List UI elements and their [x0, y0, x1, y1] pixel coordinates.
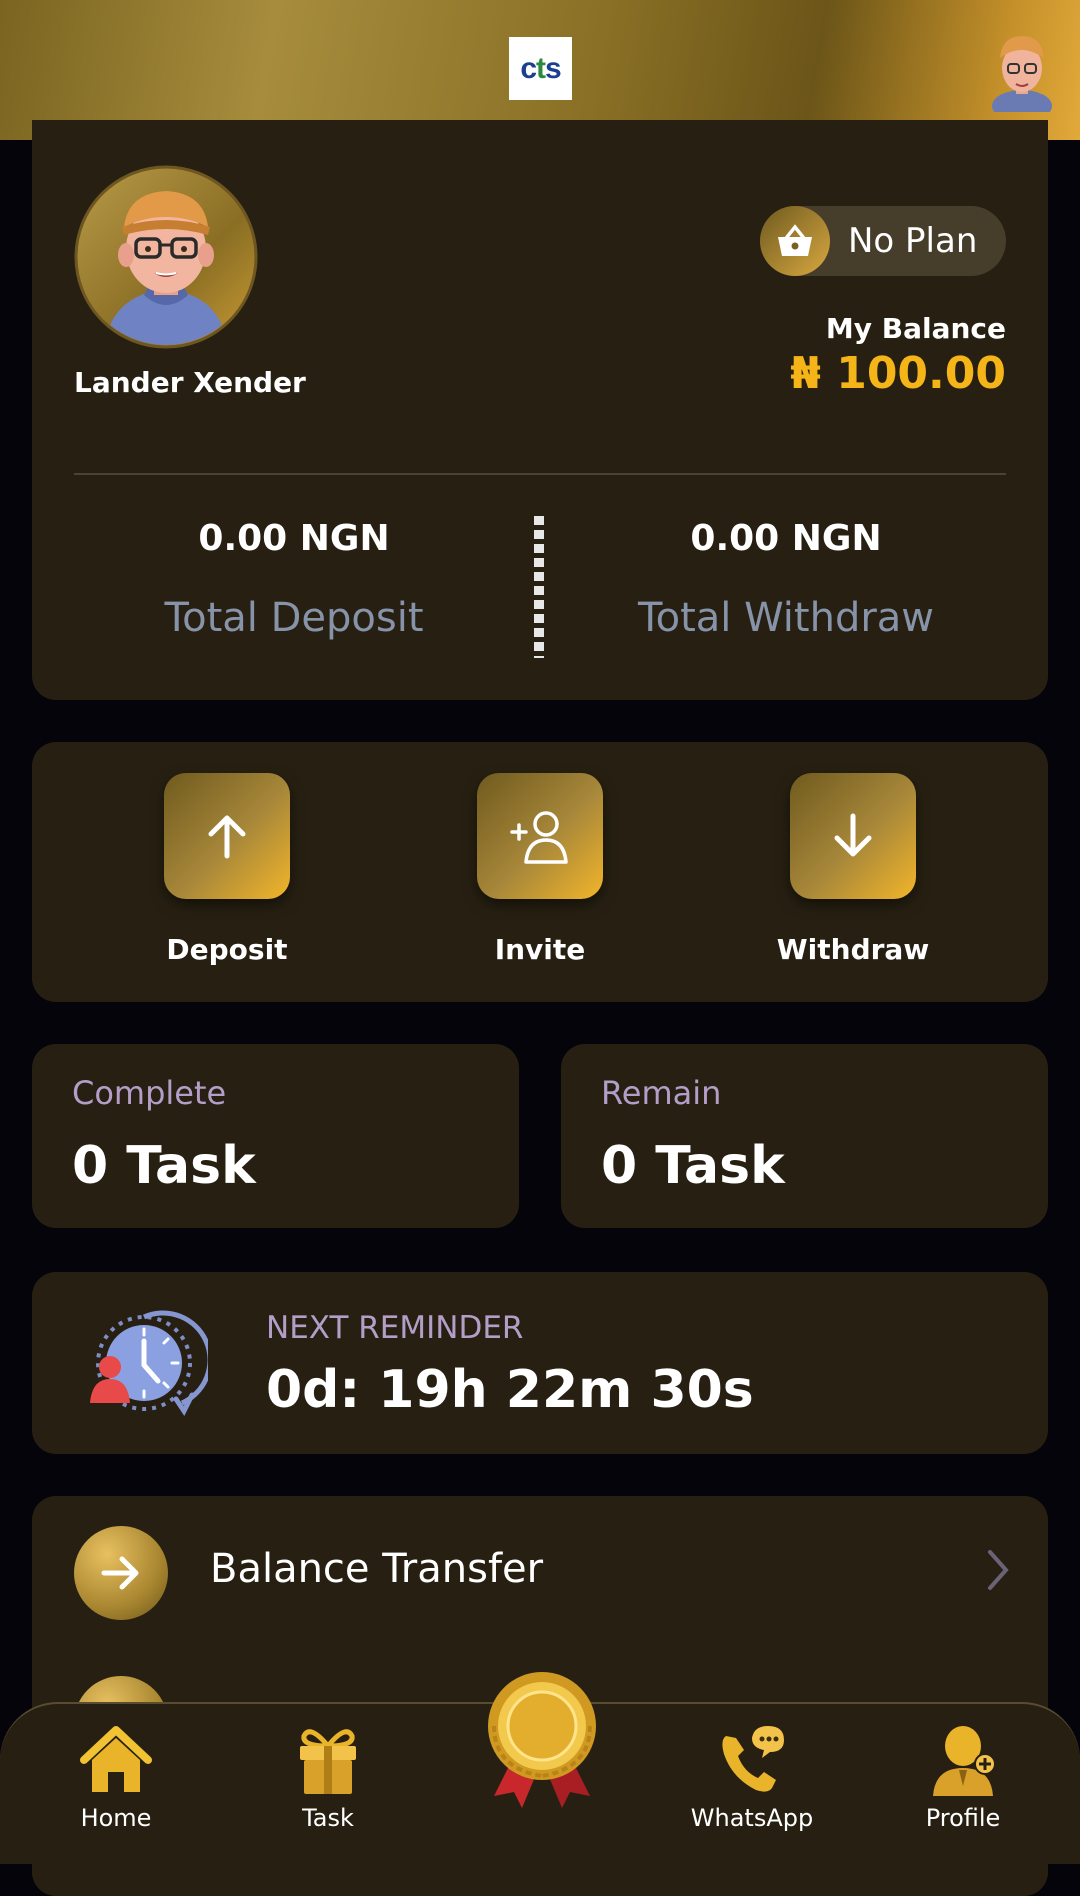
balance-label: My Balance — [825, 312, 1006, 345]
medal-icon[interactable] — [480, 1668, 604, 1808]
remain-title: Remain — [601, 1074, 722, 1112]
home-icon — [80, 1726, 152, 1792]
top-header: cts — [0, 0, 1080, 140]
reminder-countdown: 0d: 19h 22m 30s — [266, 1360, 754, 1420]
clock-reminder-icon — [90, 1310, 208, 1416]
nav-profile[interactable]: Profile — [883, 1722, 1043, 1832]
nav-home-label: Home — [80, 1804, 152, 1832]
nav-home[interactable]: Home — [36, 1722, 196, 1832]
nav-whatsapp-label: WhatsApp — [690, 1804, 814, 1832]
section-divider — [74, 473, 1006, 475]
reminder-title: NEXT REMINDER — [266, 1310, 524, 1346]
complete-value: 0 Task — [72, 1136, 256, 1196]
balance-value: ₦ 100.00 — [790, 348, 1006, 399]
remain-value: 0 Task — [601, 1136, 785, 1196]
whatsapp-icon — [722, 1726, 784, 1792]
withdraw-label: Withdraw — [776, 933, 930, 966]
invite-label: Invite — [494, 933, 586, 966]
balance-transfer-item[interactable]: Balance Transfer — [32, 1526, 1048, 1622]
quick-actions-card: Deposit Invite Withdraw — [32, 742, 1048, 1002]
total-deposit-value: 0.00 NGN — [198, 518, 390, 559]
total-deposit-label: Total Deposit — [164, 595, 424, 641]
total-withdraw-value: 0.00 NGN — [690, 518, 882, 559]
basket-icon — [760, 206, 830, 276]
plan-label: No Plan — [848, 221, 978, 261]
complete-task-card: Complete 0 Task — [32, 1044, 519, 1228]
arrow-down-icon — [790, 773, 916, 899]
plan-badge[interactable]: No Plan — [760, 206, 1006, 276]
arrow-right-icon — [74, 1526, 168, 1620]
total-deposit-stat: 0.00 NGN Total Deposit — [84, 518, 504, 641]
complete-title: Complete — [72, 1074, 227, 1112]
remain-task-card: Remain 0 Task — [561, 1044, 1048, 1228]
app-logo[interactable]: cts — [509, 37, 572, 100]
nav-task-label: Task — [302, 1804, 354, 1832]
total-withdraw-stat: 0.00 NGN Total Withdraw — [576, 518, 996, 641]
gift-icon — [300, 1729, 356, 1794]
stat-divider — [534, 516, 544, 658]
profile-icon — [933, 1726, 996, 1796]
nav-whatsapp[interactable]: WhatsApp — [672, 1722, 832, 1832]
reminder-card: NEXT REMINDER 0d: 19h 22m 30s — [32, 1272, 1048, 1454]
deposit-button[interactable]: Deposit — [127, 773, 327, 966]
withdraw-button[interactable]: Withdraw — [753, 773, 953, 966]
arrow-up-icon — [164, 773, 290, 899]
balance-transfer-label: Balance Transfer — [210, 1546, 544, 1592]
deposit-label: Deposit — [166, 933, 288, 966]
add-user-icon — [477, 773, 603, 899]
nav-task[interactable]: Task — [248, 1722, 408, 1832]
nav-profile-label: Profile — [925, 1804, 1001, 1832]
total-withdraw-label: Total Withdraw — [637, 595, 934, 641]
user-name: Lander Xender — [74, 366, 306, 399]
invite-button[interactable]: Invite — [440, 773, 640, 966]
chevron-right-icon — [988, 1550, 1009, 1590]
user-avatar[interactable] — [74, 165, 258, 349]
profile-card: Lander Xender No Plan My Balance ₦ 100.0… — [32, 120, 1048, 700]
header-avatar[interactable] — [980, 28, 1064, 112]
